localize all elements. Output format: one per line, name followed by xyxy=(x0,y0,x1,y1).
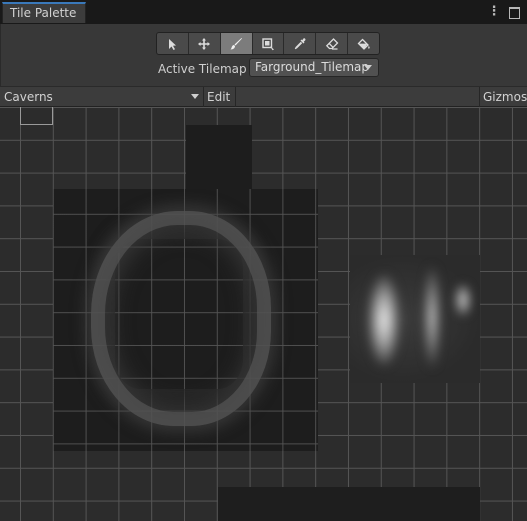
gizmos-label: Gizmos xyxy=(483,90,527,104)
edit-label: Edit xyxy=(207,90,231,104)
cave-ring-tile[interactable] xyxy=(53,189,318,451)
window-tab-bar: Tile Palette ⋮ xyxy=(0,0,527,25)
select-tool-button[interactable] xyxy=(157,33,189,54)
selected-cell[interactable] xyxy=(20,107,53,125)
palette-bar: Caverns Edit Gizmos xyxy=(0,86,527,107)
paint-bucket-icon xyxy=(357,38,370,50)
tool-toolbar xyxy=(156,32,380,55)
erase-tool-button[interactable] xyxy=(316,33,349,54)
glow-tile[interactable] xyxy=(350,255,480,383)
tool-area: Active Tilemap Farground_Tilemap xyxy=(0,24,527,86)
palette-name: Caverns xyxy=(4,90,53,104)
dark-tile-bottom[interactable] xyxy=(218,487,480,521)
box-fill-tool-button[interactable] xyxy=(253,33,285,54)
active-tilemap-label: Active Tilemap xyxy=(158,62,247,76)
move-tool-button[interactable] xyxy=(189,33,221,54)
gizmos-button[interactable]: Gizmos xyxy=(480,88,527,106)
eraser-icon xyxy=(325,37,339,50)
palette-dropdown[interactable]: Caverns xyxy=(4,88,202,106)
cave-tile-top[interactable] xyxy=(186,125,252,189)
chevron-down-icon xyxy=(191,94,199,99)
edit-button[interactable]: Edit xyxy=(204,88,237,106)
divider xyxy=(235,87,236,107)
eyedropper-icon xyxy=(294,37,306,49)
pick-tool-button[interactable] xyxy=(284,33,317,54)
active-tilemap-dropdown[interactable]: Farground_Tilemap xyxy=(249,58,379,77)
flood-fill-tool-button[interactable] xyxy=(348,33,379,54)
active-tilemap-value: Farground_Tilemap xyxy=(255,60,370,74)
chevron-down-icon xyxy=(364,65,372,70)
maximize-icon[interactable] xyxy=(505,3,523,21)
tile-palette-grid[interactable] xyxy=(0,107,527,521)
arrow-cursor-icon xyxy=(169,38,177,50)
move-arrows-icon xyxy=(198,37,211,50)
box-fill-icon xyxy=(262,37,274,50)
tab-tile-palette[interactable]: Tile Palette xyxy=(2,2,86,23)
tab-title: Tile Palette xyxy=(10,6,77,20)
paintbrush-icon xyxy=(230,37,243,49)
cave-ring-edge xyxy=(91,211,271,426)
more-options-icon[interactable]: ⋮ xyxy=(485,3,503,21)
more-options-glyph: ⋮ xyxy=(487,4,501,19)
paint-tool-button[interactable] xyxy=(220,33,253,54)
